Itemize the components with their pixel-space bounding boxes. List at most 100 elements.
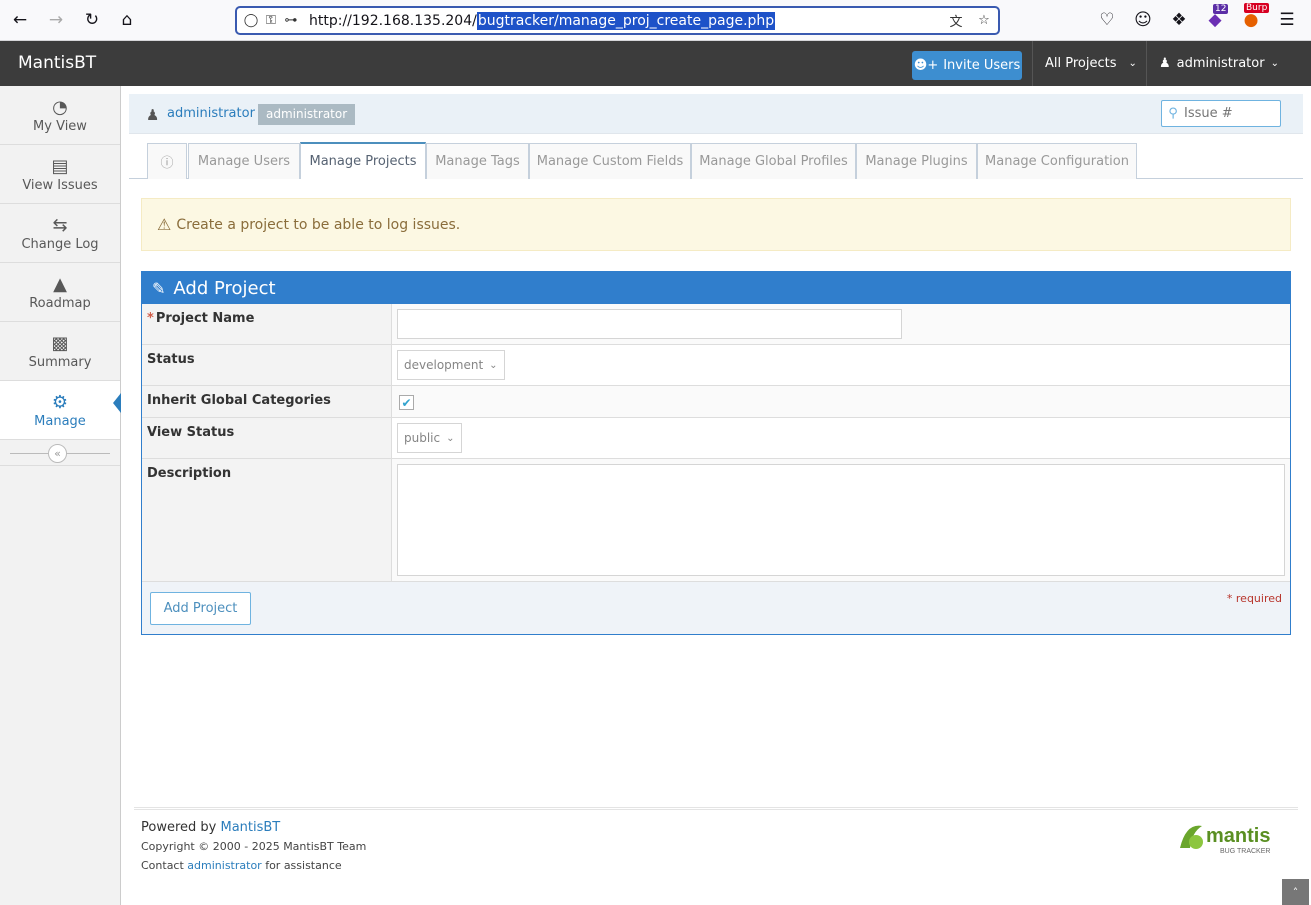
tab-label: Manage Plugins — [865, 154, 968, 169]
sidebar-item-summary[interactable]: ▩ Summary — [0, 322, 120, 381]
warning-icon: ⚠ — [157, 215, 172, 234]
permissions-icon[interactable]: ⊶ — [281, 13, 301, 28]
issue-number-input[interactable] — [1184, 106, 1274, 121]
sidebar-item-label: View Issues — [22, 177, 98, 193]
user-icon: ♟ — [1159, 56, 1171, 71]
sidebar-item-my-view[interactable]: ◔ My View — [0, 86, 120, 145]
sidebar-item-change-log[interactable]: ⇆ Change Log — [0, 204, 120, 263]
chevron-down-icon: ⌄ — [489, 359, 498, 371]
logo-subtext: BUG TRACKER — [1220, 848, 1270, 855]
mantis-logo[interactable]: mantis BUG TRACKER — [1176, 818, 1282, 858]
breadcrumb-user-link[interactable]: administrator — [167, 106, 255, 121]
tab-manage-configuration[interactable]: Manage Configuration — [977, 143, 1137, 179]
project-name-label: Project Name — [155, 311, 255, 326]
status-select[interactable]: development ⌄ — [397, 350, 505, 380]
checkmark-icon: ✔ — [401, 395, 412, 410]
tab-label: Manage Projects — [309, 154, 417, 169]
project-dropdown-label: All Projects — [1045, 56, 1117, 71]
required-note: * required — [1226, 592, 1282, 605]
form-title: Add Project — [173, 277, 276, 299]
scroll-to-top-button[interactable]: ˄ — [1282, 879, 1309, 905]
pocket-icon[interactable]: ♡ — [1095, 8, 1119, 32]
view-status-select-value: public — [404, 431, 441, 445]
project-name-row: * Project Name — [142, 304, 1290, 345]
chevron-down-icon: ⌄ — [1270, 58, 1279, 69]
tab-manage-users[interactable]: Manage Users — [188, 143, 300, 179]
puzzle-icon: ✎ — [152, 278, 166, 298]
bookmark-star-icon[interactable]: ☆ — [974, 13, 994, 28]
sidebar: ◔ My View ▤ View Issues ⇆ Change Log ▲ R… — [0, 86, 121, 905]
extension-icon[interactable]: ◆ 12 — [1203, 4, 1229, 32]
reload-icon[interactable]: ↻ — [80, 8, 104, 32]
back-icon[interactable]: ← — [8, 8, 32, 32]
view-status-value-cell: public ⌄ — [392, 418, 1290, 458]
account-icon[interactable]: ☺ — [1131, 8, 1155, 32]
contact-line: Contact administrator for assistance — [141, 859, 342, 872]
burp-icon[interactable]: ● Burp — [1239, 3, 1270, 32]
invite-users-label: Invite Users — [943, 58, 1021, 73]
gears-icon: ⚙ — [51, 391, 69, 413]
list-icon: ▤ — [51, 155, 69, 177]
menu-icon[interactable]: ☰ — [1275, 8, 1299, 32]
add-project-button[interactable]: Add Project — [150, 592, 251, 625]
sidebar-item-label: Manage — [34, 413, 86, 429]
info-icon: ⓘ — [160, 156, 174, 171]
tab-manage-tags[interactable]: Manage Tags — [426, 143, 529, 179]
view-status-select[interactable]: public ⌄ — [397, 423, 462, 453]
inherit-categories-label: Inherit Global Categories — [142, 386, 392, 417]
collapse-sidebar-icon[interactable]: « — [48, 444, 67, 463]
sidebar-item-label: Roadmap — [29, 295, 91, 311]
sidebar-item-view-issues[interactable]: ▤ View Issues — [0, 145, 120, 204]
burp-badge: Burp — [1244, 3, 1270, 13]
inherit-categories-checkbox[interactable]: ✔ — [399, 395, 414, 410]
translate-icon[interactable]: 文 — [946, 11, 966, 30]
inherit-categories-value-cell: ✔ — [392, 386, 1290, 417]
form-footer: Add Project * required — [142, 582, 1290, 634]
url-bar[interactable]: ◯ ⚿ ⊶ http://192.168.135.204/bugtracker/… — [235, 6, 1000, 35]
user-icon: ♟ — [146, 106, 160, 124]
sidebar-item-roadmap[interactable]: ▲ Roadmap — [0, 263, 120, 322]
tab-label: Manage Users — [197, 154, 291, 169]
tab-manage-global-profiles[interactable]: Manage Global Profiles — [691, 143, 856, 179]
footer-divider — [134, 807, 1298, 810]
sidebar-item-manage[interactable]: ⚙ Manage — [0, 381, 120, 440]
user-dropdown[interactable]: ♟ administrator ⌄ — [1146, 41, 1288, 86]
sidebar-item-label: Summary — [28, 354, 92, 370]
forward-icon[interactable]: → — [44, 8, 68, 32]
logo-text: mantis — [1206, 825, 1270, 847]
view-status-label: View Status — [142, 418, 392, 458]
lock-icon[interactable]: ⚿ — [261, 13, 281, 28]
description-textarea[interactable] — [397, 464, 1285, 576]
project-name-input[interactable] — [397, 309, 902, 339]
tab-label: Manage Custom Fields — [536, 154, 684, 169]
tab-label: Manage Configuration — [985, 154, 1129, 169]
tab-label: Manage Global Profiles — [699, 154, 848, 169]
tab-manage-custom-fields[interactable]: Manage Custom Fields — [529, 143, 691, 179]
role-badge: administrator — [258, 104, 356, 125]
user-dropdown-label: administrator — [1176, 56, 1265, 71]
invite-users-button[interactable]: ☻+ Invite Users — [912, 51, 1022, 80]
mantisbt-link[interactable]: MantisBT — [220, 820, 280, 835]
project-dropdown[interactable]: All Projects ⌄ — [1032, 41, 1146, 86]
extensions-icon[interactable]: ❖ — [1167, 8, 1191, 32]
status-select-value: development — [404, 358, 484, 372]
user-plus-icon: ☻+ — [913, 58, 939, 73]
mantis-logo-graphic: mantis BUG TRACKER — [1180, 825, 1270, 855]
description-row: Description — [142, 459, 1290, 582]
tab-manage-projects[interactable]: Manage Projects — [300, 142, 426, 179]
alert-text: Create a project to be able to log issue… — [176, 216, 461, 233]
brand-title[interactable]: MantisBT — [18, 53, 96, 73]
url-text: http://192.168.135.204/bugtracker/manage… — [309, 11, 776, 30]
sidebar-collapse: « — [0, 441, 120, 466]
contact-admin-link[interactable]: administrator — [187, 859, 261, 872]
tab-info[interactable]: ⓘ — [147, 143, 187, 179]
copyright: Copyright © 2000 - 2025 MantisBT Team — [141, 840, 367, 853]
add-project-form: ✎ Add Project * Project Name Status devel… — [141, 271, 1291, 635]
double-chevron-up-icon: ˄ — [1292, 885, 1299, 899]
powered-by: Powered by MantisBT — [141, 820, 280, 835]
shield-icon[interactable]: ◯ — [241, 13, 261, 28]
tab-manage-plugins[interactable]: Manage Plugins — [856, 143, 977, 179]
description-value-cell — [392, 459, 1290, 581]
issue-search: ⚲ — [1161, 100, 1281, 127]
home-icon[interactable]: ⌂ — [115, 8, 139, 32]
